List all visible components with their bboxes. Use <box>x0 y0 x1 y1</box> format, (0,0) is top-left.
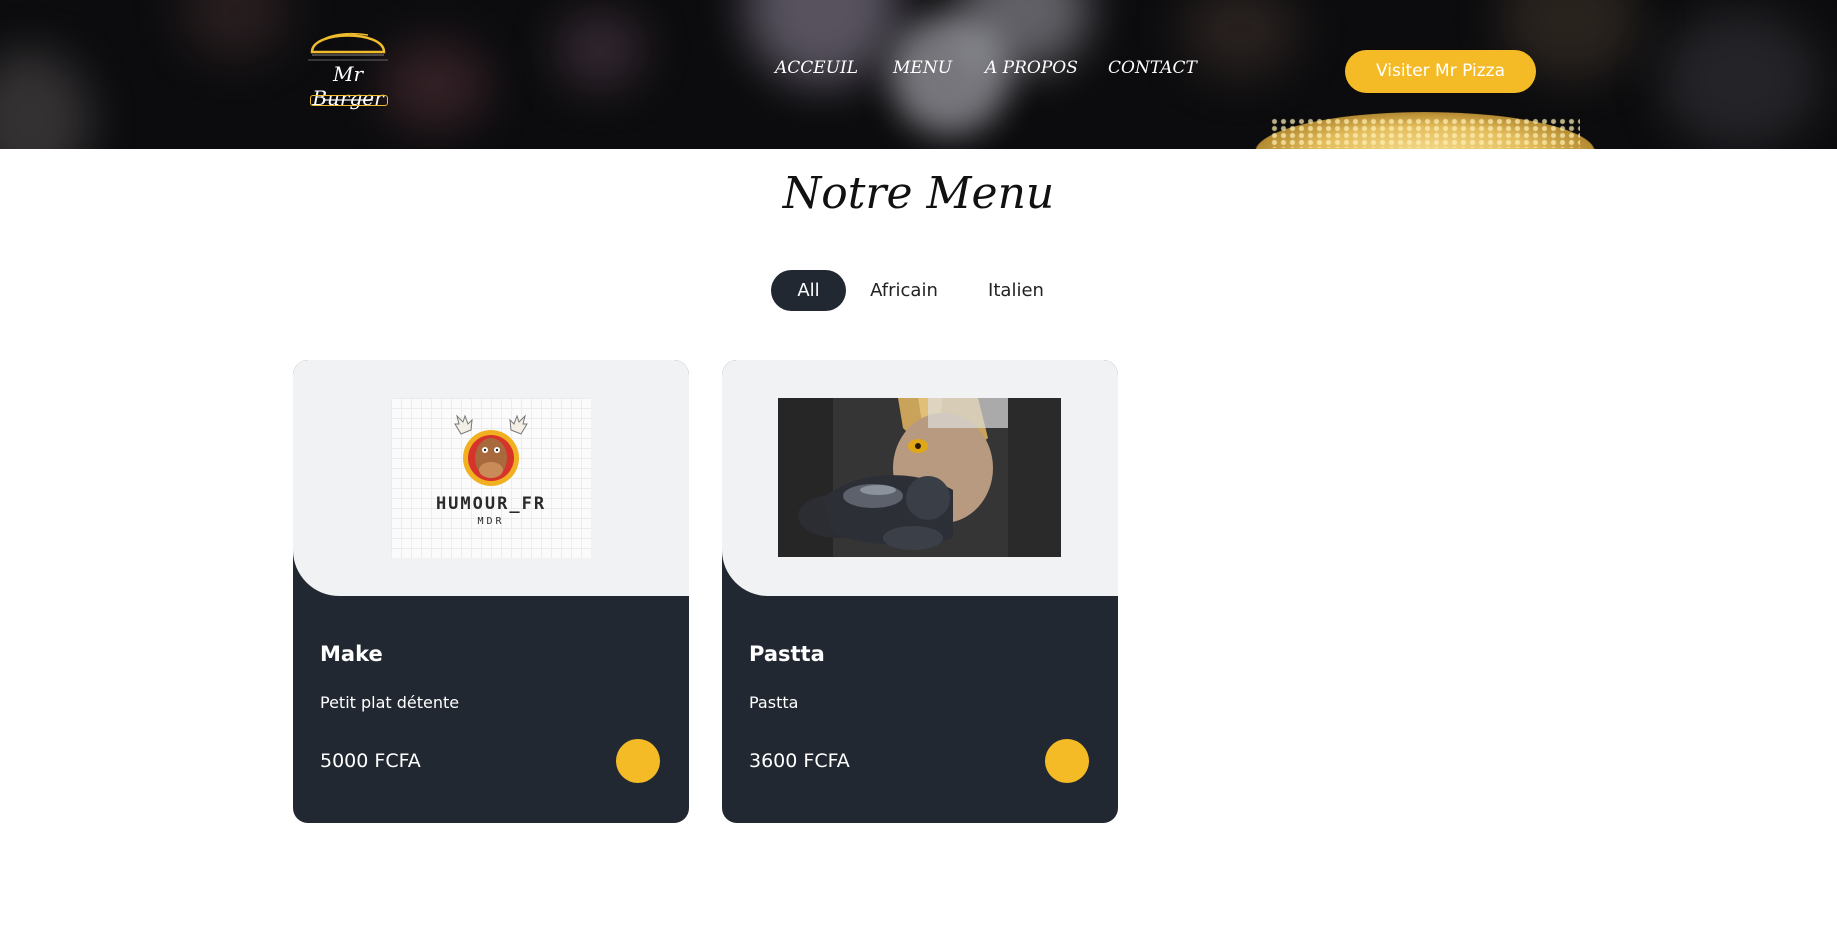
moose-mascot-icon <box>454 414 528 486</box>
card-image <box>778 398 1061 557</box>
card-title: Make <box>320 642 383 666</box>
brand-logo[interactable]: Mr Burger <box>298 22 398 110</box>
filter-africain[interactable]: Africain <box>862 270 946 311</box>
nav-link-a-propos[interactable]: A PROPOS <box>985 58 1078 78</box>
card-description: Petit plat détente <box>320 693 460 712</box>
card-image-area <box>722 360 1118 596</box>
background-bokeh <box>0 50 90 149</box>
anime-scene-image <box>778 398 1061 557</box>
card-image: HUMOUR_FR MDR <box>391 398 591 558</box>
background-bokeh <box>1180 0 1300 80</box>
menu-title: Notre Menu <box>782 168 1055 219</box>
nav-link-contact[interactable]: CONTACT <box>1108 58 1197 78</box>
background-food-texture <box>1270 118 1580 148</box>
brand-badge <box>310 95 388 106</box>
menu-card: HUMOUR_FR MDR Make Petit plat détente 50… <box>293 360 689 823</box>
card-image-caption: HUMOUR_FR <box>435 494 547 514</box>
add-to-cart-button[interactable] <box>616 739 660 783</box>
nav-link-acceuil[interactable]: ACCEUIL <box>775 58 858 78</box>
nav-link-menu[interactable]: MENU <box>893 58 952 78</box>
background-bokeh <box>555 10 645 90</box>
card-image-area: HUMOUR_FR MDR <box>293 360 689 596</box>
card-price: 3600 FCFA <box>749 750 850 772</box>
filter-italien[interactable]: Italien <box>975 270 1057 311</box>
card-price: 5000 FCFA <box>320 750 421 772</box>
card-title: Pastta <box>749 642 825 666</box>
add-to-cart-button[interactable] <box>1045 739 1089 783</box>
menu-card: Pastta Pastta 3600 FCFA <box>722 360 1118 823</box>
site-header: Mr Burger ACCEUIL MENU A PROPOS CONTACT … <box>0 0 1837 149</box>
card-description: Pastta <box>749 693 799 712</box>
visit-mr-pizza-button[interactable]: Visiter Mr Pizza <box>1345 50 1536 93</box>
card-image-subcaption: MDR <box>477 516 505 527</box>
background-bokeh <box>180 0 290 60</box>
filter-all[interactable]: All <box>771 270 846 311</box>
background-bokeh <box>1660 10 1820 149</box>
